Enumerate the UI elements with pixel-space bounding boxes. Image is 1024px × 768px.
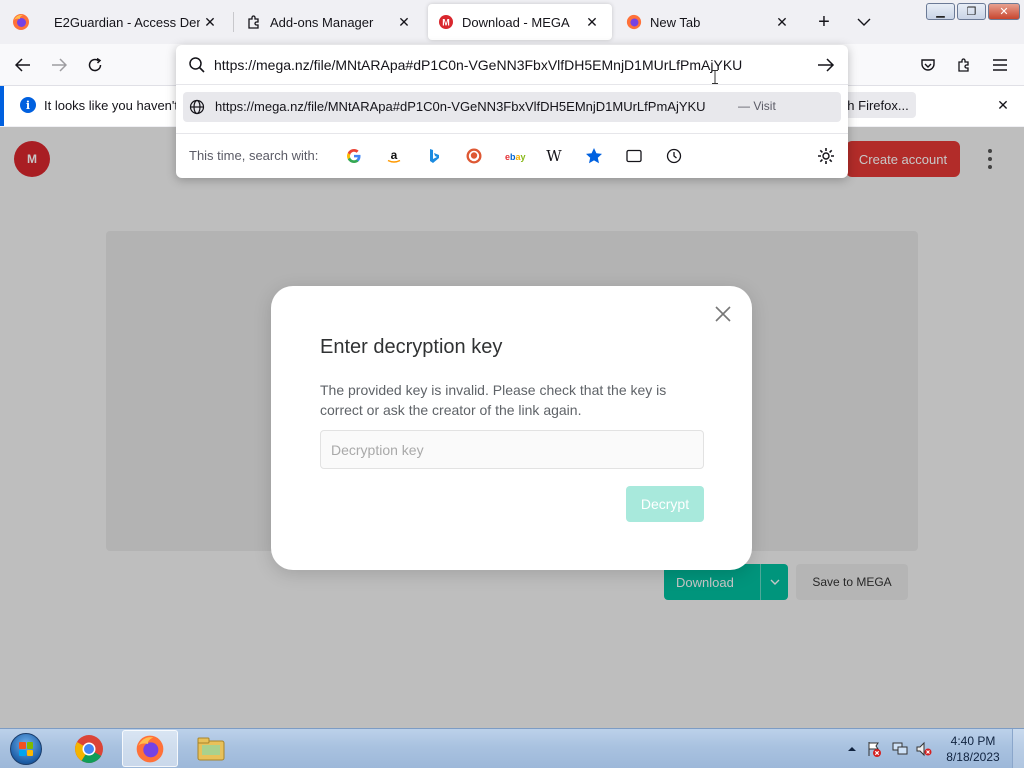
duckduckgo-icon[interactable] bbox=[464, 146, 484, 166]
list-all-tabs-button[interactable] bbox=[852, 10, 876, 34]
system-clock[interactable]: 4:40 PM 8/18/2023 bbox=[940, 733, 1006, 765]
bing-icon[interactable] bbox=[424, 146, 444, 166]
taskbar-firefox[interactable] bbox=[122, 730, 178, 767]
taskbar-file-explorer[interactable] bbox=[183, 730, 239, 767]
clock-date: 8/18/2023 bbox=[946, 750, 1000, 764]
show-desktop-button[interactable] bbox=[1012, 729, 1024, 768]
info-icon: i bbox=[20, 97, 36, 113]
decryption-key-dialog: Enter decryption key The provided key is… bbox=[271, 286, 752, 570]
tab-e2guardian[interactable]: E2Guardian - Access Denied ✕ bbox=[44, 4, 230, 40]
show-hidden-icons-button[interactable] bbox=[844, 741, 860, 757]
action-center-icon[interactable] bbox=[866, 741, 882, 757]
mega-icon: M bbox=[438, 14, 454, 30]
decrypt-button[interactable]: Decrypt bbox=[626, 486, 704, 522]
amazon-icon[interactable]: a bbox=[384, 146, 404, 166]
tab-addons-manager[interactable]: Add-ons Manager ✕ bbox=[236, 4, 424, 40]
close-tab-icon[interactable]: ✕ bbox=[772, 12, 792, 32]
search-icon bbox=[189, 57, 205, 73]
volume-muted-icon[interactable] bbox=[916, 741, 932, 757]
tab-label: E2Guardian - Access Denied bbox=[54, 14, 200, 30]
firefox-icon bbox=[136, 735, 164, 762]
firefox-view-button[interactable] bbox=[0, 0, 42, 44]
tab-label: Add-ons Manager bbox=[270, 14, 374, 30]
tab-download-mega[interactable]: M Download - MEGA ✕ bbox=[428, 4, 612, 40]
tab-separator bbox=[233, 12, 234, 32]
gear-icon[interactable] bbox=[816, 146, 836, 166]
url-bar-dropdown: https://mega.nz/file/MNtARApa#dP1C0n-VGe… bbox=[176, 45, 848, 178]
back-button[interactable] bbox=[10, 53, 36, 77]
reload-button[interactable] bbox=[82, 53, 108, 77]
tab-new-tab[interactable]: New Tab ✕ bbox=[616, 4, 802, 40]
ebay-icon[interactable]: ebay bbox=[504, 146, 528, 166]
tab-label: Download - MEGA bbox=[462, 14, 570, 30]
clock-time: 4:40 PM bbox=[950, 734, 996, 748]
firefox-icon bbox=[13, 14, 29, 30]
svg-text:ebay: ebay bbox=[505, 152, 526, 162]
suggestion-url: https://mega.nz/file/MNtARApa#dP1C0n-VGe… bbox=[215, 99, 706, 114]
close-icon[interactable]: ✕ bbox=[994, 96, 1012, 114]
svg-text:a: a bbox=[391, 148, 398, 162]
search-engine-bar: This time, search with: a ebay W bbox=[176, 133, 848, 178]
minimize-button[interactable]: ▁ bbox=[926, 3, 955, 20]
chrome-icon bbox=[75, 734, 103, 763]
notification-text: It looks like you haven't s bbox=[44, 98, 189, 113]
puzzle-icon bbox=[958, 58, 969, 72]
close-tab-icon[interactable]: ✕ bbox=[582, 12, 602, 32]
history-icon[interactable] bbox=[664, 146, 684, 166]
maximize-button[interactable]: ❐ bbox=[957, 3, 986, 20]
decryption-key-input[interactable] bbox=[320, 430, 704, 469]
puzzle-icon bbox=[246, 14, 262, 30]
hamburger-menu-icon bbox=[993, 59, 1007, 71]
firefox-icon bbox=[626, 14, 642, 30]
back-arrow-icon bbox=[15, 58, 30, 72]
close-tab-icon[interactable]: ✕ bbox=[200, 12, 220, 32]
folder-icon bbox=[197, 737, 225, 760]
forward-arrow-icon bbox=[52, 58, 67, 72]
bookmark-star-icon[interactable] bbox=[584, 146, 604, 166]
url-bar[interactable]: https://mega.nz/file/MNtARApa#dP1C0n-VGe… bbox=[176, 45, 848, 85]
close-tab-icon[interactable]: ✕ bbox=[394, 12, 414, 32]
svg-text:M: M bbox=[442, 18, 450, 28]
network-icon[interactable] bbox=[892, 741, 908, 757]
url-suggestion-row[interactable]: https://mega.nz/file/MNtARApa#dP1C0n-VGe… bbox=[183, 92, 841, 122]
forward-button[interactable] bbox=[46, 53, 72, 77]
close-window-button[interactable]: ✕ bbox=[988, 3, 1020, 20]
windows-taskbar: 4:40 PM 8/18/2023 bbox=[0, 728, 1024, 768]
go-arrow-icon[interactable] bbox=[816, 56, 836, 74]
suggestion-action: — Visit bbox=[738, 99, 776, 113]
start-button[interactable] bbox=[4, 730, 48, 768]
tab-strip: E2Guardian - Access Denied ✕ Add-ons Man… bbox=[0, 0, 1024, 44]
close-dialog-button[interactable] bbox=[713, 304, 733, 324]
extensions-button[interactable] bbox=[954, 55, 974, 75]
wikipedia-icon[interactable]: W bbox=[544, 146, 564, 166]
google-icon[interactable] bbox=[344, 146, 364, 166]
new-tab-button[interactable]: + bbox=[812, 10, 836, 34]
reload-icon bbox=[88, 57, 102, 72]
taskbar-chrome[interactable] bbox=[61, 730, 117, 767]
dialog-description: The provided key is invalid. Please chec… bbox=[320, 382, 667, 418]
pocket-button[interactable] bbox=[918, 55, 938, 75]
windows-logo-icon bbox=[10, 733, 42, 765]
dialog-title: Enter decryption key bbox=[320, 336, 503, 358]
app-menu-button[interactable] bbox=[990, 55, 1010, 75]
notification-action-button[interactable]: h Firefox... bbox=[840, 92, 916, 118]
url-input[interactable]: https://mega.nz/file/MNtARApa#dP1C0n-VGe… bbox=[214, 57, 742, 73]
close-icon bbox=[715, 306, 731, 322]
globe-icon bbox=[189, 99, 205, 115]
chevron-down-icon bbox=[857, 18, 871, 26]
search-with-label: This time, search with: bbox=[189, 148, 319, 163]
tabs-icon[interactable] bbox=[624, 146, 644, 166]
text-cursor-icon bbox=[712, 70, 718, 84]
tab-label: New Tab bbox=[650, 14, 701, 30]
pocket-icon bbox=[921, 59, 935, 71]
